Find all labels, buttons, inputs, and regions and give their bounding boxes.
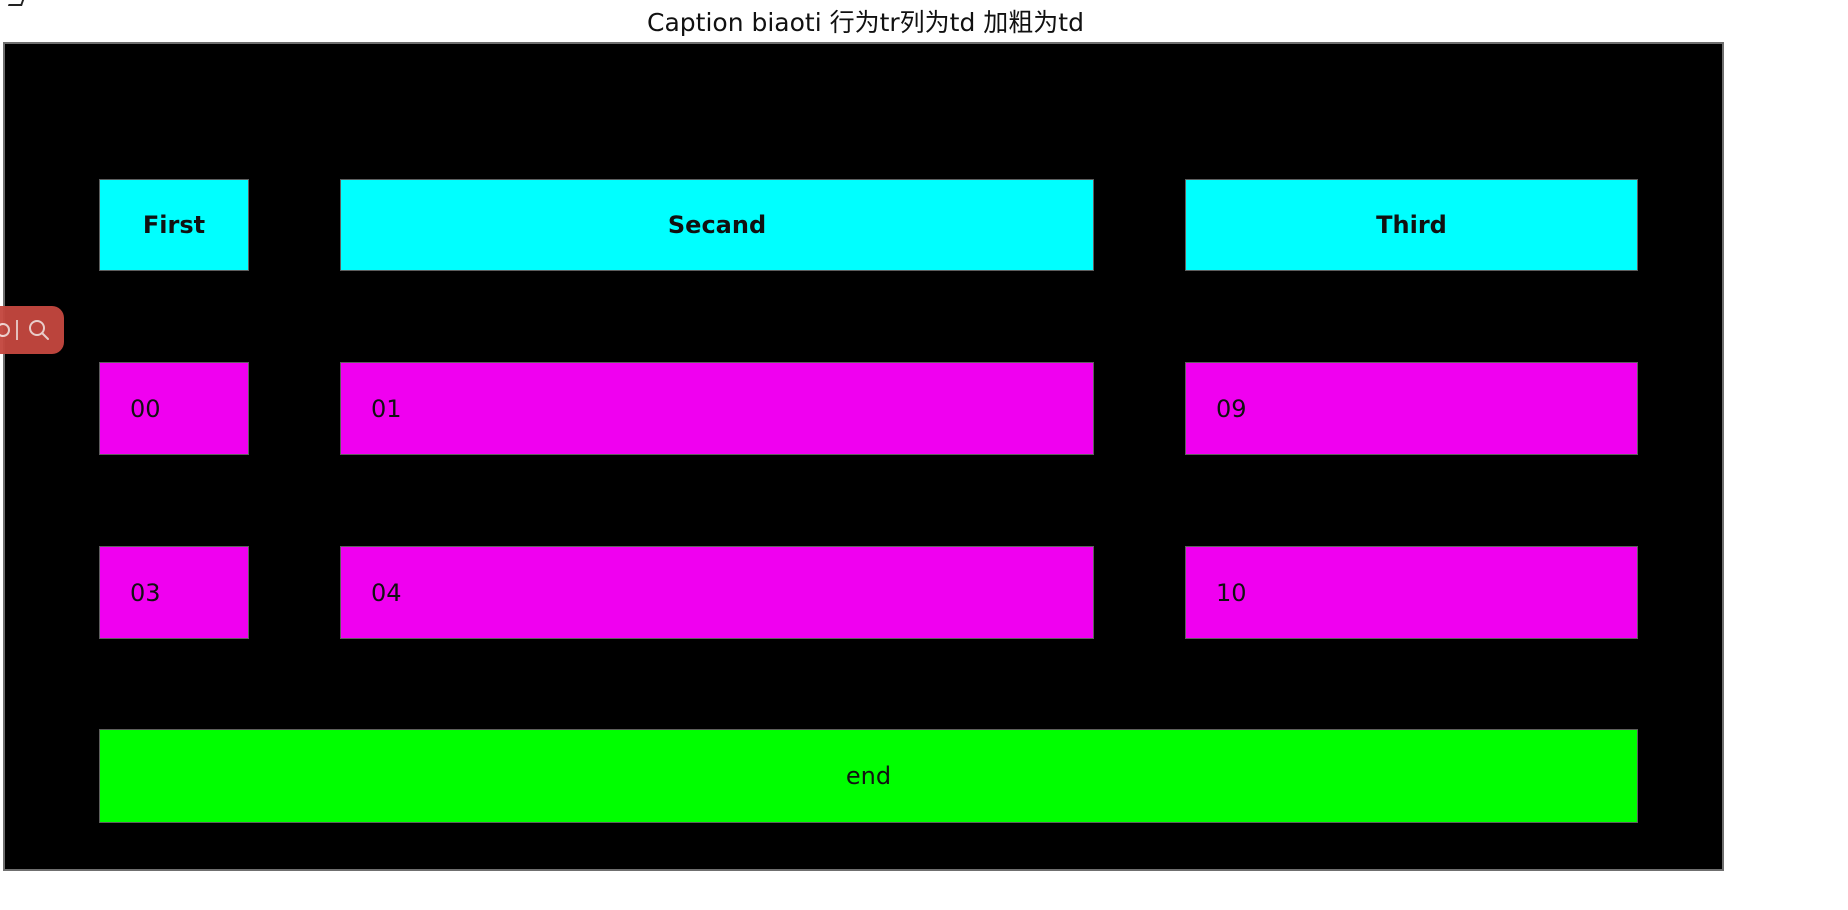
toolbar-separator xyxy=(16,320,18,340)
search-icon[interactable] xyxy=(25,316,53,344)
table-cell-10: 10 xyxy=(1185,546,1638,639)
footer-cell-end: end xyxy=(99,729,1638,823)
header-first: First xyxy=(99,179,249,271)
circle-icon[interactable] xyxy=(0,323,10,337)
top-left-mark xyxy=(7,0,25,6)
floating-toolbar[interactable] xyxy=(0,306,64,354)
table-cell-03: 03 xyxy=(99,546,249,639)
table-frame: First Secand Third 00 01 09 03 04 10 end xyxy=(3,42,1724,871)
header-secand: Secand xyxy=(340,179,1094,271)
table-cell-09: 09 xyxy=(1185,362,1638,455)
table-cell-01: 01 xyxy=(340,362,1094,455)
table-caption: Caption biaoti 行为tr列为td 加粗为td xyxy=(647,8,1084,37)
header-third: Third xyxy=(1185,179,1638,271)
table-cell-00: 00 xyxy=(99,362,249,455)
table-cell-04: 04 xyxy=(340,546,1094,639)
